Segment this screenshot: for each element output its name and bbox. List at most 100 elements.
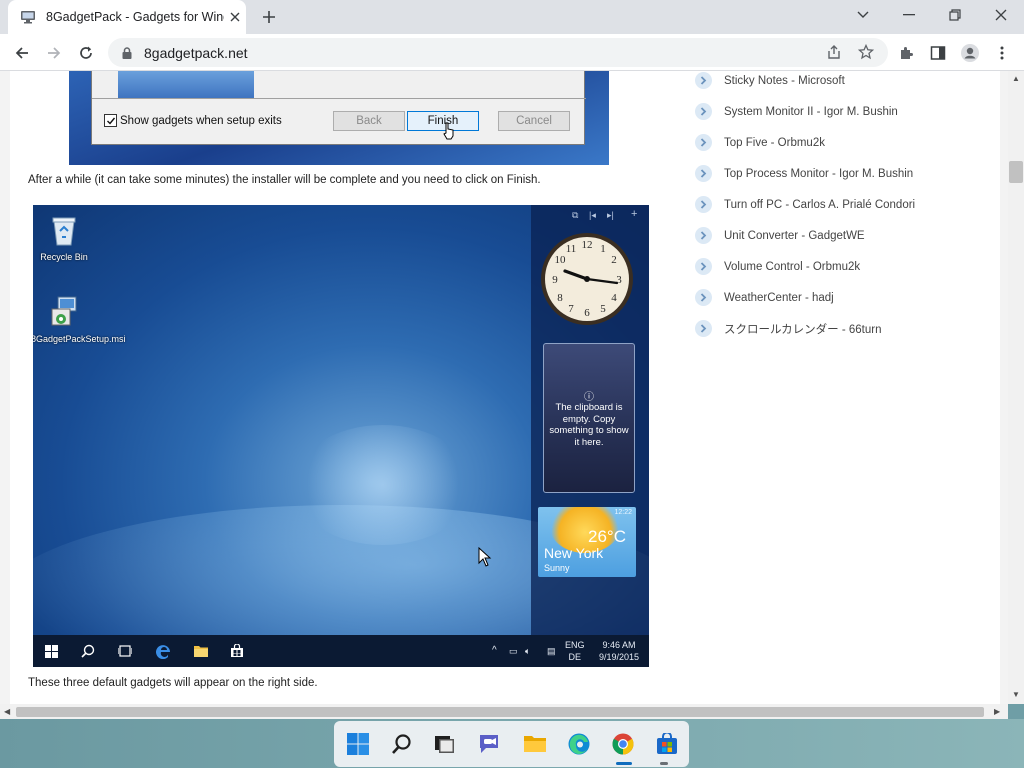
installer-banner-image: [118, 71, 254, 98]
gadget-link[interactable]: スクロールカレンダー - 66turn: [724, 321, 881, 337]
start-button[interactable]: [343, 729, 373, 759]
restore-button[interactable]: [942, 4, 968, 26]
close-window-button[interactable]: [988, 4, 1014, 26]
chrome-button[interactable]: [608, 729, 638, 759]
action-center-icon: ▤: [547, 646, 556, 656]
gadget-list: Sticky Notes - Microsoft System Monitor …: [695, 71, 995, 344]
svg-text:1: 1: [600, 243, 606, 255]
address-bar[interactable]: 8gadgetpack.net: [108, 38, 888, 67]
svg-text:9: 9: [552, 274, 558, 286]
svg-text:12: 12: [582, 239, 593, 251]
list-item[interactable]: Volume Control - Orbmu2k: [695, 251, 995, 282]
store-running-indicator: [660, 762, 668, 765]
file-explorer-icon: [191, 641, 211, 661]
list-item[interactable]: スクロールカレンダー - 66turn: [695, 313, 995, 344]
chevron-right-icon: [695, 289, 712, 306]
weather-gadget: 12:22 26°C New York Sunny: [538, 507, 636, 577]
task-view-button[interactable]: [429, 729, 459, 759]
chevron-right-icon: [695, 134, 712, 151]
cancel-dialog-button: Cancel: [498, 111, 570, 131]
back-button[interactable]: [10, 41, 34, 65]
svg-text:3: 3: [616, 274, 622, 286]
browser-toolbar: 8gadgetpack.net: [0, 34, 1024, 71]
installer-dialog: Show gadgets when setup exits Back Finis…: [91, 71, 586, 145]
arrow-cursor-icon: [478, 547, 492, 567]
edge-legacy-icon: [154, 641, 174, 661]
show-gadgets-checkbox: [104, 114, 117, 127]
svg-text:8: 8: [557, 292, 563, 304]
tab-title: 8GadgetPack - Gadgets for Windows: [46, 10, 224, 24]
weather-condition: Sunny: [544, 563, 570, 573]
gadget-link[interactable]: Top Process Monitor - Igor M. Bushin: [724, 168, 913, 180]
chevron-right-icon: [695, 72, 712, 89]
list-item[interactable]: System Monitor II - Igor M. Bushin: [695, 96, 995, 127]
menu-kebab-icon[interactable]: [990, 41, 1014, 65]
store-icon: [227, 641, 247, 661]
extensions-puzzle-icon[interactable]: [894, 41, 918, 65]
new-tab-button[interactable]: [259, 7, 279, 27]
horizontal-scroll-thumb[interactable]: [16, 707, 984, 717]
gadget-link[interactable]: WeatherCenter - hadj: [724, 292, 834, 304]
hand-cursor-icon: [443, 122, 454, 140]
sidebar-next-icon: ▸|: [607, 210, 614, 220]
bookmark-star-icon[interactable]: [855, 41, 877, 63]
tab-search-chevron-icon[interactable]: [850, 4, 876, 26]
tab-close-icon[interactable]: [226, 8, 244, 26]
page-viewport: Show gadgets when setup exits Back Finis…: [0, 71, 1024, 704]
profile-avatar-icon[interactable]: [958, 41, 982, 65]
teams-chat-button[interactable]: [474, 729, 504, 759]
language-code: ENG: [565, 640, 585, 650]
svg-text:11: 11: [566, 243, 577, 255]
setup-msi-label: 8GadgetPackSetup.msi: [33, 334, 126, 344]
gadget-link[interactable]: Unit Converter - GadgetWE: [724, 230, 865, 242]
weather-city: New York: [544, 545, 604, 561]
scroll-left-arrow-icon[interactable]: ◀: [4, 707, 10, 716]
chrome-active-indicator: [616, 762, 632, 765]
search-button[interactable]: [387, 729, 417, 759]
gadget-link[interactable]: Volume Control - Orbmu2k: [724, 261, 860, 273]
chevron-right-icon: [695, 196, 712, 213]
list-item[interactable]: Sticky Notes - Microsoft: [695, 71, 995, 96]
weather-time: 12:22: [614, 509, 632, 516]
taskbar-time: 9:46 AM: [602, 640, 636, 650]
gadget-link[interactable]: Top Five - Orbmu2k: [724, 137, 825, 149]
taskbar-date: 9/19/2015: [598, 652, 640, 662]
svg-text:6: 6: [584, 307, 590, 319]
list-item[interactable]: Top Process Monitor - Igor M. Bushin: [695, 158, 995, 189]
reload-button[interactable]: [74, 41, 98, 65]
lock-icon[interactable]: [120, 46, 134, 60]
side-panel-icon[interactable]: [926, 41, 950, 65]
list-item[interactable]: Turn off PC - Carlos A. Prialé Condori: [695, 189, 995, 220]
share-icon[interactable]: [823, 41, 845, 63]
gadget-sidebar: ⧉ |◂ ▸| + 12 1 2 345 678 9 10 11 ⓘ The c…: [531, 205, 649, 635]
list-item[interactable]: Unit Converter - GadgetWE: [695, 220, 995, 251]
gadget-link[interactable]: Sticky Notes - Microsoft: [724, 75, 845, 87]
browser-tab[interactable]: 8GadgetPack - Gadgets for Windows: [8, 0, 246, 34]
list-item[interactable]: WeatherCenter - hadj: [695, 282, 995, 313]
installer-package-icon: [51, 296, 77, 326]
recycle-bin-icon: [52, 217, 76, 246]
task-view-icon: [115, 641, 135, 661]
store-button[interactable]: [652, 729, 682, 759]
minimize-button[interactable]: [896, 4, 922, 26]
scroll-down-arrow-icon[interactable]: ▼: [1012, 690, 1020, 699]
file-explorer-button[interactable]: [520, 729, 550, 759]
vertical-scroll-thumb[interactable]: [1009, 161, 1023, 183]
scroll-up-arrow-icon[interactable]: ▲: [1012, 74, 1020, 83]
edge-button[interactable]: [564, 729, 594, 759]
sidebar-prev-icon: |◂: [589, 210, 596, 220]
gadget-link[interactable]: Turn off PC - Carlos A. Prialé Condori: [724, 199, 915, 211]
forward-button[interactable]: [42, 41, 66, 65]
input-language: ENG DE: [565, 639, 585, 663]
list-item[interactable]: Top Five - Orbmu2k: [695, 127, 995, 158]
sidebar-add-icon: +: [631, 208, 638, 220]
clipboard-empty-text: The clipboard is empty. Copy something t…: [549, 402, 629, 448]
recycle-bin-desktop-icon: Recycle Bin: [33, 213, 97, 262]
scroll-right-arrow-icon[interactable]: ▶: [994, 707, 1000, 716]
tray-chevron-icon: ^: [492, 645, 497, 656]
dialog-divider: [92, 98, 586, 99]
svg-text:2: 2: [611, 254, 617, 266]
start-windows-icon: [41, 641, 61, 661]
gadget-link[interactable]: System Monitor II - Igor M. Bushin: [724, 106, 898, 118]
weather-temperature: 26°C: [588, 527, 626, 546]
